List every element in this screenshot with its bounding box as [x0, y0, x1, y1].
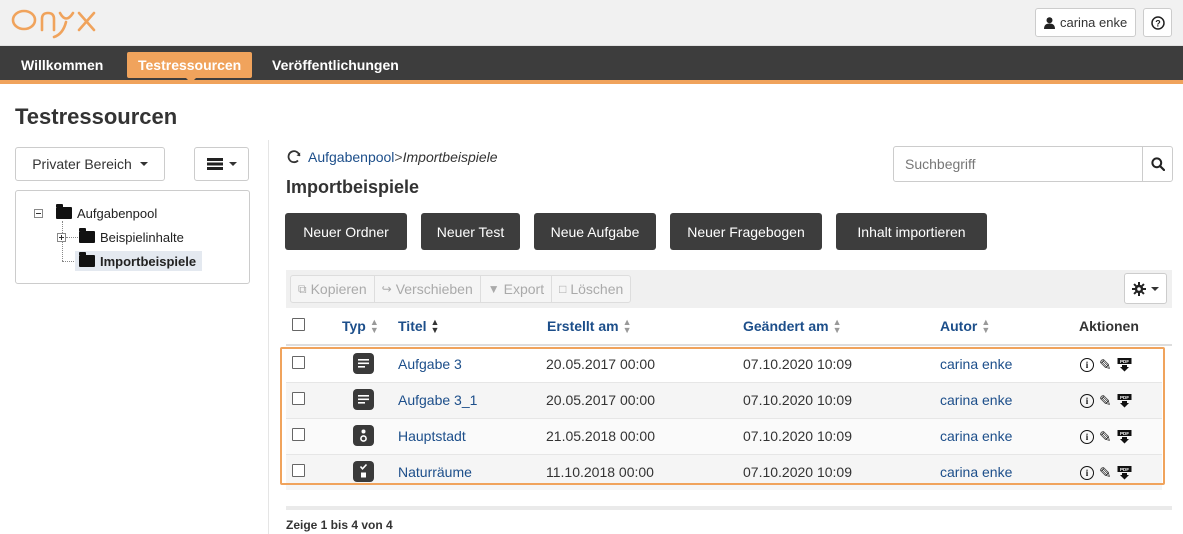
breadcrumb: Aufgabenpool >Importbeispiele — [286, 149, 498, 165]
top-bar: carina enke ? — [0, 0, 1183, 46]
folder-icon — [56, 204, 72, 219]
svg-text:?: ? — [1155, 18, 1161, 28]
user-icon — [1044, 16, 1055, 29]
onyx-logo[interactable] — [10, 4, 100, 42]
sort-icon: ▲ ▼ — [622, 317, 632, 335]
collapse-icon[interactable] — [34, 208, 43, 218]
user-menu-button[interactable]: carina enke — [1035, 8, 1137, 37]
column-header-author[interactable]: Autor ▲ ▼ — [940, 317, 991, 335]
breadcrumb-separator: > — [394, 149, 403, 165]
highlight-frame — [280, 347, 1165, 485]
tree-item-label: Importbeispiele — [100, 253, 197, 269]
export-label: Export — [503, 281, 545, 297]
panel-divider — [268, 140, 269, 534]
folder-tree: Aufgabenpool Beispielinhalte Importbeisp… — [15, 190, 250, 284]
refresh-icon[interactable] — [286, 149, 302, 165]
gear-icon — [1132, 281, 1146, 296]
breadcrumb-current: Importbeispiele — [402, 149, 498, 165]
tree-item-beispielinhalte[interactable]: Beispielinhalte — [57, 227, 184, 247]
view-mode-dropdown[interactable] — [194, 147, 249, 181]
active-nav-indicator — [186, 78, 196, 83]
move-button[interactable]: ↪ Verschieben — [375, 276, 481, 302]
nav-item-veroeffentlichungen[interactable]: Veröffentlichungen — [261, 52, 410, 78]
new-folder-button[interactable]: Neuer Ordner — [285, 213, 407, 250]
sort-icon: ▲ ▼ — [430, 317, 440, 335]
scope-label: Privater Bereich — [32, 156, 132, 172]
breadcrumb-trail: >Importbeispiele — [394, 149, 497, 165]
new-task-button[interactable]: Neue Aufgabe — [534, 213, 656, 250]
expand-icon[interactable] — [57, 232, 66, 242]
breadcrumb-root-link[interactable]: Aufgabenpool — [308, 149, 394, 165]
column-header-created[interactable]: Erstellt am ▲ ▼ — [547, 317, 632, 335]
search-icon — [1150, 157, 1165, 171]
table-footer-divider — [286, 506, 1172, 510]
chevron-down-icon — [228, 162, 237, 166]
folder-icon — [79, 228, 95, 243]
list-view-icon — [206, 158, 223, 170]
nav-item-testressourcen[interactable]: Testressourcen — [127, 52, 253, 78]
column-title-label: Titel — [398, 318, 427, 334]
column-created-label: Erstellt am — [547, 318, 619, 334]
export-button[interactable]: ▼ Export — [481, 276, 553, 302]
bulk-action-group: ⧉ Kopieren ↪ Verschieben ▼ Export □ Lösc… — [290, 275, 632, 303]
scope-dropdown[interactable]: Privater Bereich — [15, 147, 165, 181]
delete-button[interactable]: □ Löschen — [552, 276, 630, 302]
column-changed-label: Geändert am — [743, 318, 829, 334]
new-questionnaire-button[interactable]: Neuer Fragebogen — [670, 213, 822, 250]
trash-icon: □ — [559, 282, 567, 296]
tree-item-label: Aufgabenpool — [77, 205, 158, 221]
sort-icon: ▲ ▼ — [981, 317, 991, 335]
folder-icon — [79, 252, 95, 267]
page-title: Testressourcen — [15, 104, 178, 129]
copy-label: Kopieren — [310, 281, 367, 297]
sort-icon: ▲ ▼ — [369, 317, 379, 335]
bulk-toolbar: ⧉ Kopieren ↪ Verschieben ▼ Export □ Lösc… — [286, 270, 1172, 308]
select-all-checkbox[interactable] — [292, 318, 305, 331]
chevron-down-icon — [1151, 286, 1159, 291]
column-header-title[interactable]: Titel ▲ ▼ — [398, 317, 440, 335]
column-header-actions: Aktionen — [1079, 318, 1139, 334]
search-input[interactable] — [893, 146, 1143, 182]
copy-button[interactable]: ⧉ Kopieren — [291, 276, 375, 302]
table-settings-dropdown[interactable] — [1124, 273, 1167, 304]
help-button[interactable]: ? — [1143, 8, 1172, 37]
move-label: Verschieben — [395, 281, 473, 297]
column-header-type[interactable]: Typ ▲ ▼ — [342, 317, 379, 335]
search-button[interactable] — [1142, 146, 1173, 182]
new-test-button[interactable]: Neuer Test — [421, 213, 520, 250]
export-icon: ▼ — [487, 282, 500, 296]
nav-item-willkommen[interactable]: Willkommen — [10, 52, 114, 78]
user-name: carina enke — [1060, 15, 1128, 30]
main-nav: Willkommen Testressourcen Veröffentlichu… — [0, 46, 1183, 84]
folder-title: Importbeispiele — [286, 177, 420, 197]
help-icon: ? — [1150, 15, 1165, 30]
tree-item-importbeispiele[interactable]: Importbeispiele — [75, 251, 203, 271]
tree-item-label: Beispielinhalte — [100, 229, 184, 245]
sort-icon: ▲ ▼ — [832, 317, 842, 335]
copy-icon: ⧉ — [298, 281, 307, 296]
import-content-button[interactable]: Inhalt importieren — [836, 213, 987, 250]
chevron-down-icon — [139, 162, 148, 166]
pagination-info: Zeige 1 bis 4 von 4 — [286, 518, 393, 532]
move-icon: ↪ — [381, 282, 392, 296]
delete-label: Löschen — [570, 281, 624, 297]
column-header-changed[interactable]: Geändert am ▲ ▼ — [743, 317, 842, 335]
column-type-label: Typ — [342, 318, 366, 334]
tree-item-aufgabenpool[interactable]: Aufgabenpool — [34, 203, 157, 223]
table-header-divider — [286, 344, 1172, 346]
column-author-label: Autor — [940, 318, 978, 334]
